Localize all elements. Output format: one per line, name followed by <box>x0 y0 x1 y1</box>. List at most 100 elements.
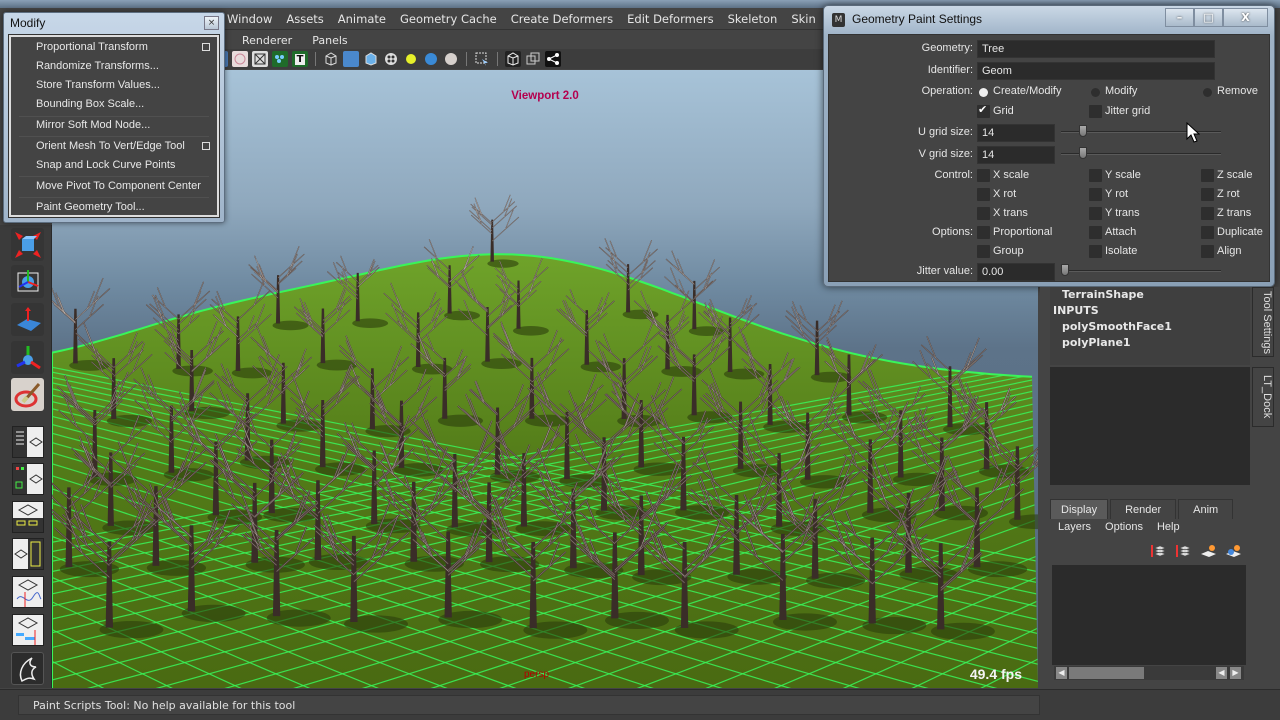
smooth-shade-icon[interactable] <box>343 51 359 67</box>
scroll-left-icon[interactable]: ◀ <box>1216 667 1227 679</box>
x-trans-checkbox[interactable] <box>977 207 990 220</box>
minimize-button[interactable]: – <box>1165 8 1194 27</box>
move-tool-button[interactable] <box>11 228 44 261</box>
menu-item-store-transform-values[interactable]: Store Transform Values... <box>11 76 217 95</box>
identifier-field[interactable]: Geom <box>977 62 1215 80</box>
menu-window[interactable]: Window <box>220 12 279 26</box>
select-region-icon[interactable] <box>474 51 490 67</box>
duplicate-checkbox[interactable] <box>1201 226 1214 239</box>
tab-display[interactable]: Display <box>1050 499 1109 519</box>
jitter-value-slider-handle[interactable] <box>1061 264 1069 276</box>
hud-icon[interactable] <box>272 51 288 67</box>
shadows-icon[interactable] <box>423 51 439 67</box>
panel-menu-panels[interactable]: Panels <box>302 34 357 47</box>
tab-render[interactable]: Render <box>1110 499 1177 519</box>
outliner-persp-layout-button[interactable] <box>12 426 44 458</box>
menu-item-move-pivot[interactable]: Move Pivot To Component Center <box>11 177 217 196</box>
operation-remove-radio[interactable] <box>1203 88 1212 97</box>
two-sided-icon[interactable] <box>525 51 541 67</box>
align-checkbox[interactable] <box>1201 245 1214 258</box>
persp-graph-layout-button[interactable] <box>12 501 44 533</box>
share-icon[interactable] <box>545 51 561 67</box>
scroll-left-icon[interactable]: ◀ <box>1056 667 1067 679</box>
group-checkbox[interactable] <box>977 245 990 258</box>
v-grid-size-slider-handle[interactable] <box>1079 147 1088 159</box>
layer-menu-options[interactable]: Options <box>1105 521 1143 533</box>
jitter-value-field[interactable]: 0.00 <box>977 263 1055 281</box>
universal-manipulator-button[interactable] <box>11 265 44 298</box>
u-grid-size-slider-handle[interactable] <box>1079 125 1088 137</box>
scrollbar-thumb[interactable] <box>1069 667 1144 679</box>
x-scale-checkbox[interactable] <box>977 169 990 182</box>
wireframe-joints-icon[interactable] <box>252 51 268 67</box>
x-rot-checkbox[interactable] <box>977 188 990 201</box>
menu-item-randomize-transforms[interactable]: Randomize Transforms... <box>11 57 217 76</box>
menu-item-bounding-box-scale[interactable]: Bounding Box Scale... <box>11 95 217 114</box>
display-layer-list[interactable] <box>1052 565 1246 665</box>
xray-icon[interactable] <box>232 51 248 67</box>
z-scale-checkbox[interactable] <box>1201 169 1214 182</box>
menu-animate[interactable]: Animate <box>331 12 393 26</box>
menu-assets[interactable]: Assets <box>279 12 330 26</box>
new-empty-layer-icon[interactable] <box>1200 543 1217 559</box>
v-grid-size-field[interactable]: 14 <box>977 146 1055 164</box>
wireframe-on-shaded-icon[interactable] <box>363 51 379 67</box>
jitter-grid-checkbox[interactable] <box>1089 105 1102 118</box>
channel-box-input-node[interactable]: polyPlane1 <box>1062 336 1131 349</box>
layer-menu-layers[interactable]: Layers <box>1058 521 1091 533</box>
tab-lt-dock[interactable]: LT_Dock <box>1252 367 1274 427</box>
show-manipulator-button[interactable] <box>11 341 44 374</box>
menu-item-paint-geometry-tool[interactable]: Paint Geometry Tool... <box>11 198 217 217</box>
menu-item-orient-mesh-tool[interactable]: Orient Mesh To Vert/Edge Tool <box>11 137 217 156</box>
menu-skeleton[interactable]: Skeleton <box>721 12 785 26</box>
move-layer-down-icon[interactable] <box>1175 543 1192 559</box>
channel-box-shape-node[interactable]: TerrainShape <box>1062 288 1144 301</box>
bounding-box-icon[interactable] <box>505 51 521 67</box>
persp-graph-editor-layout-button[interactable] <box>12 576 44 608</box>
z-trans-checkbox[interactable] <box>1201 207 1214 220</box>
close-icon[interactable]: × <box>204 16 219 30</box>
maya-logo-button[interactable] <box>11 652 44 685</box>
grid-checkbox[interactable] <box>977 103 990 118</box>
isolate-checkbox[interactable] <box>1089 245 1102 258</box>
menu-create-deformers[interactable]: Create Deformers <box>504 12 620 26</box>
persp-trax-layout-button[interactable] <box>12 614 44 646</box>
menu-skin[interactable]: Skin <box>784 12 822 26</box>
move-layer-up-icon[interactable] <box>1150 543 1167 559</box>
operation-create-modify-radio[interactable] <box>979 88 988 97</box>
hypergraph-persp-layout-button[interactable] <box>12 463 44 495</box>
persp-uv-layout-button[interactable] <box>12 538 44 570</box>
attach-checkbox[interactable] <box>1089 226 1102 239</box>
menu-geometry-cache[interactable]: Geometry Cache <box>393 12 504 26</box>
close-button[interactable]: X <box>1223 8 1268 27</box>
maximize-button[interactable]: □ <box>1194 8 1223 27</box>
geometry-field[interactable]: Tree <box>977 40 1215 58</box>
menu-item-snap-lock-curve-points[interactable]: Snap and Lock Curve Points <box>11 156 217 175</box>
tab-tool-settings[interactable]: Tool Settings <box>1252 287 1274 357</box>
menu-item-mirror-soft-mod-node[interactable]: Mirror Soft Mod Node... <box>11 116 217 135</box>
soft-modification-button[interactable] <box>11 303 44 336</box>
tab-anim[interactable]: Anim <box>1178 499 1234 519</box>
menu-item-proportional-transform[interactable]: Proportional Transform <box>11 38 217 57</box>
wireframe-icon[interactable] <box>323 51 339 67</box>
menu-edit-deformers[interactable]: Edit Deformers <box>620 12 720 26</box>
layer-list-scrollbar[interactable]: ◀ ◀ ▶ <box>1054 666 1244 680</box>
y-rot-checkbox[interactable] <box>1089 188 1102 201</box>
operation-modify-radio[interactable] <box>1091 88 1100 97</box>
jitter-value-slider[interactable] <box>1061 270 1221 272</box>
option-box-icon[interactable] <box>202 142 210 150</box>
y-scale-checkbox[interactable] <box>1089 169 1102 182</box>
y-trans-checkbox[interactable] <box>1089 207 1102 220</box>
layer-menu-help[interactable]: Help <box>1157 521 1180 533</box>
ambient-occlusion-icon[interactable] <box>443 51 459 67</box>
textured-icon[interactable] <box>383 51 399 67</box>
u-grid-size-field[interactable]: 14 <box>977 124 1055 142</box>
new-layer-selected-icon[interactable] <box>1225 543 1242 559</box>
proportional-checkbox[interactable] <box>977 226 990 239</box>
option-box-icon[interactable] <box>202 43 210 51</box>
lights-icon[interactable] <box>403 51 419 67</box>
text-icon[interactable]: T <box>292 51 308 67</box>
z-rot-checkbox[interactable] <box>1201 188 1214 201</box>
channel-box-input-node[interactable]: polySmoothFace1 <box>1062 320 1172 333</box>
panel-menu-renderer[interactable]: Renderer <box>220 34 302 47</box>
